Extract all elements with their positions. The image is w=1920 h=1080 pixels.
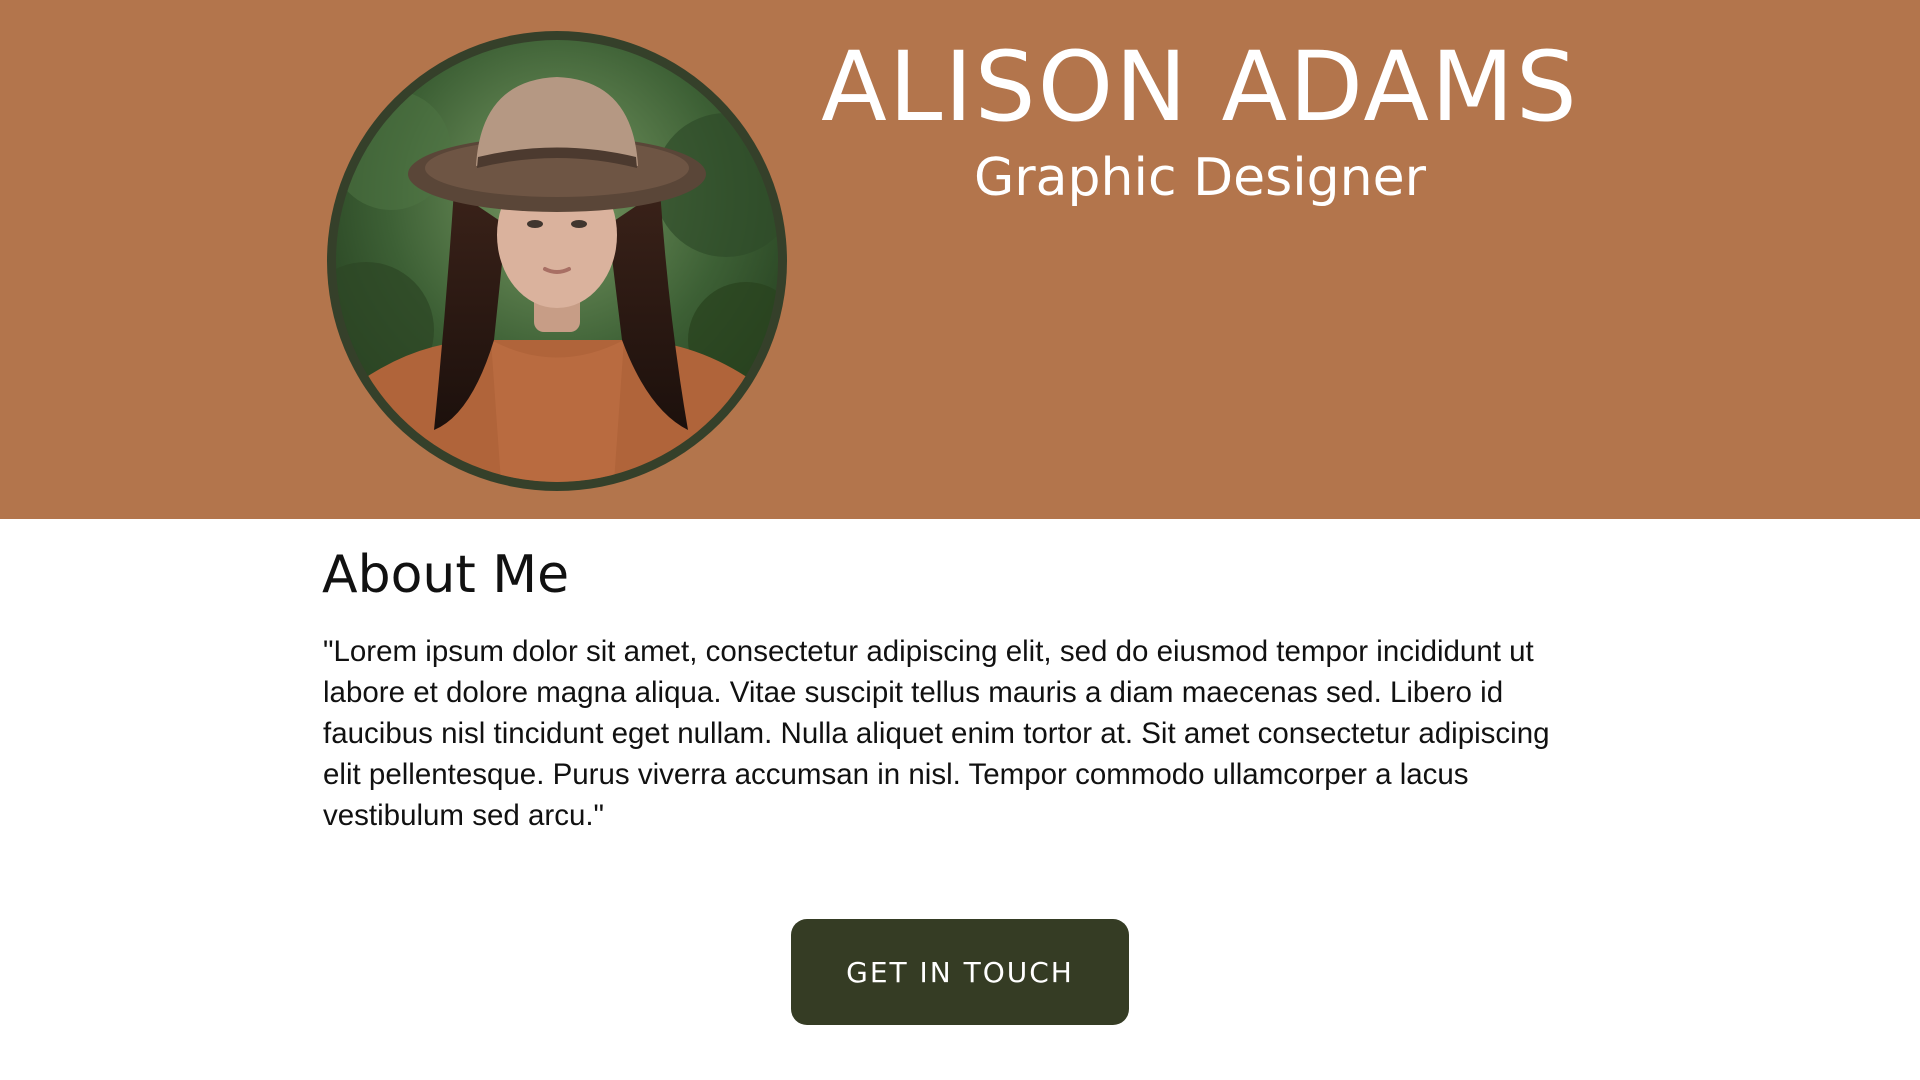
profile-title: Graphic Designer (974, 148, 1426, 208)
profile-name: ALISON ADAMS (821, 31, 1579, 143)
about-heading: About Me (322, 545, 570, 605)
profile-page: ALISON ADAMS Graphic Designer About Me "… (0, 0, 1920, 1080)
about-paragraph: "Lorem ipsum dolor sit amet, consectetur… (323, 635, 1550, 832)
portrait-photo-icon (336, 40, 778, 482)
hero-banner: ALISON ADAMS Graphic Designer (0, 0, 1920, 519)
avatar (336, 40, 778, 482)
get-in-touch-button[interactable]: GET IN TOUCH (791, 919, 1129, 1025)
